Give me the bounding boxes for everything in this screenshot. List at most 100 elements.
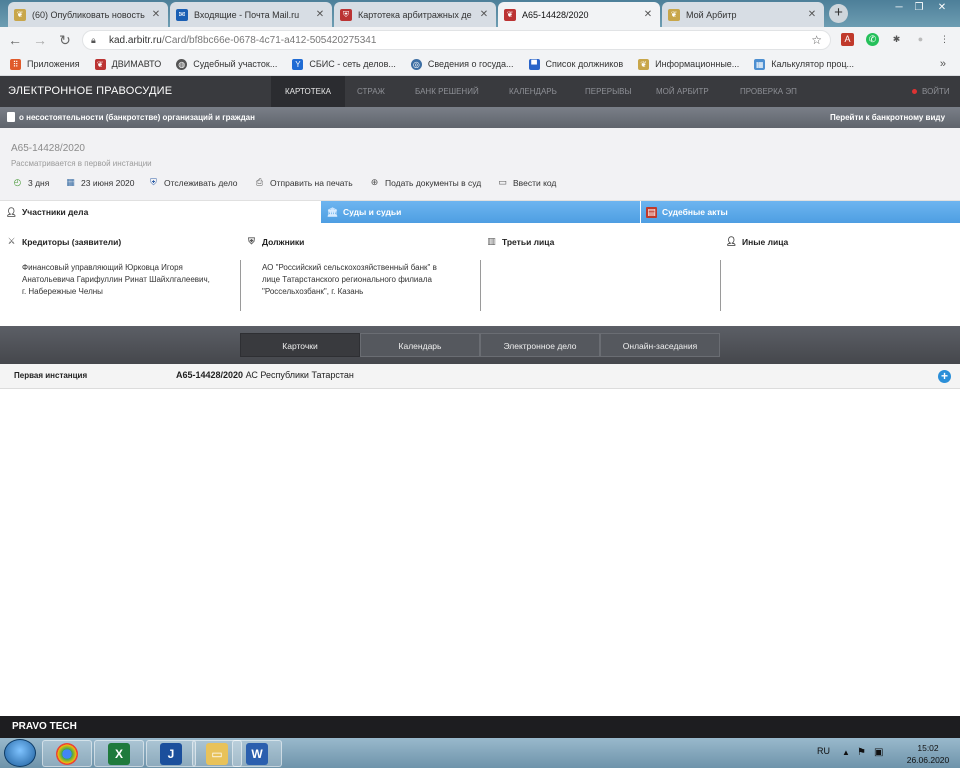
menu-icon[interactable]: ⋮ bbox=[938, 33, 951, 46]
reload-button[interactable]: ↻ bbox=[56, 31, 74, 49]
browser-tab[interactable]: ❦ (60) Опубликовать новость ✕ bbox=[8, 2, 168, 27]
entry-line: лице Татарстанского регионального филиал… bbox=[262, 275, 432, 284]
heading-label: Третьи лица bbox=[502, 236, 555, 247]
bankruptcy-view-link[interactable]: Перейти к банкротному виду bbox=[830, 113, 945, 122]
forward-button[interactable]: → bbox=[31, 31, 49, 49]
expand-plus-icon[interactable]: + bbox=[938, 370, 951, 383]
network-icon[interactable]: ▣ bbox=[874, 747, 883, 758]
column-divider bbox=[480, 260, 481, 311]
nav-item-breaks[interactable]: ПЕРЕРЫВЫ bbox=[585, 76, 632, 107]
start-button[interactable] bbox=[4, 739, 36, 767]
creditor-entry[interactable]: Финансовый управляющий Юрковца Игоря Ана… bbox=[22, 262, 236, 298]
tray-arrow-icon[interactable]: ▲ bbox=[842, 748, 850, 757]
clock[interactable]: 15:02 26.06.2020 bbox=[903, 742, 953, 766]
tab-title: А65-14428/2020 bbox=[522, 9, 589, 20]
globe-icon: ◍ bbox=[176, 58, 188, 70]
flag-icon[interactable]: ⚑ bbox=[857, 747, 866, 758]
enter-code-button[interactable]: ▭ Ввести код bbox=[497, 177, 556, 188]
new-tab-button[interactable]: + bbox=[829, 4, 848, 23]
taskbar-chrome[interactable] bbox=[42, 740, 92, 767]
tab-court-acts[interactable]: ▤ Судебные акты bbox=[641, 201, 960, 223]
taskbar-excel[interactable]: X bbox=[94, 740, 144, 767]
calc-icon: ▦ bbox=[754, 58, 766, 70]
document-icon bbox=[7, 112, 15, 122]
tab-cards[interactable]: Карточки bbox=[240, 333, 360, 357]
window-close-button[interactable]: ✕ bbox=[928, 0, 956, 18]
column-divider bbox=[720, 260, 721, 311]
bookmark-label: Список должников bbox=[545, 59, 624, 69]
back-button[interactable]: ← bbox=[6, 31, 24, 49]
case-date: ▦ 23 июня 2020 bbox=[65, 177, 134, 188]
browser-tab-active[interactable]: ❦ А65-14428/2020 ✕ bbox=[498, 2, 660, 27]
heading-label: Иные лица bbox=[742, 236, 789, 247]
clock-icon: ◴ bbox=[13, 177, 22, 187]
taskbar-app[interactable]: J bbox=[146, 740, 196, 767]
submit-documents-button[interactable]: ⊕ Подать документы в суд bbox=[369, 177, 481, 188]
address-bar[interactable]: 🔒︎ kad.arbitr.ru/Card/bf8bc66e-0678-4c71… bbox=[82, 30, 831, 50]
pdf-extension-icon[interactable]: A bbox=[841, 33, 854, 46]
nav-item-strazh[interactable]: СТРАЖ bbox=[357, 76, 385, 107]
tab-participants[interactable]: 👤︎ Участники дела bbox=[0, 201, 320, 223]
extensions-icon[interactable]: ✱ bbox=[890, 33, 903, 46]
sbis-icon: Y bbox=[292, 58, 304, 70]
nav-item-calendar[interactable]: КАЛЕНДАРЬ bbox=[509, 76, 557, 107]
whatsapp-icon[interactable]: ✆ bbox=[866, 33, 879, 46]
site-brand[interactable]: ЭЛЕКТРОННОЕ ПРАВОСУДИЕ bbox=[8, 85, 172, 97]
eagle-icon: ❦ bbox=[94, 58, 106, 70]
debtor-entry[interactable]: АО "Российский сельскохозяйственный банк… bbox=[262, 262, 476, 298]
eagle-icon: ❦ bbox=[504, 8, 516, 21]
bookmark-item[interactable]: ❦ ДВИМАВТО bbox=[94, 58, 162, 70]
profile-icon[interactable]: ● bbox=[914, 33, 927, 46]
browser-tab[interactable]: ✉ Входящие - Почта Mail.ru ✕ bbox=[170, 2, 332, 27]
keyboard-icon: ▭ bbox=[498, 177, 507, 187]
bookmark-star-icon[interactable]: ☆ bbox=[811, 33, 822, 47]
heading-label: Кредиторы (заявители) bbox=[22, 236, 122, 247]
nav-item-kartoteka[interactable]: КАРТОТЕКА bbox=[271, 76, 345, 107]
calendar-icon: ▦ bbox=[66, 177, 75, 187]
track-case-button[interactable]: ⛨ Отслеживать дело bbox=[148, 177, 237, 188]
eagle-icon: ❦ bbox=[638, 58, 650, 70]
tab-electronic-case[interactable]: Электронное дело bbox=[480, 333, 600, 357]
taskbar-word[interactable]: W bbox=[232, 740, 282, 767]
bookmarks-bar: ⠿ Приложения ❦ ДВИМАВТО ◍ Судебный участок.… bbox=[0, 53, 960, 76]
flag-icon: ▀ bbox=[528, 58, 540, 70]
creditors-heading: ⚔︎ Кредиторы (заявители) bbox=[6, 236, 121, 247]
login-button[interactable]: ВОЙТИ bbox=[912, 87, 950, 96]
nav-item-bank-resheniy[interactable]: БАНК РЕШЕНИЙ bbox=[415, 76, 479, 107]
bookmark-item[interactable]: ▦ Калькулятор проц... bbox=[754, 58, 855, 70]
bookmark-item[interactable]: ◍ Судебный участок... bbox=[176, 58, 277, 70]
bookmark-item[interactable]: ▀ Список должников bbox=[528, 58, 624, 70]
category-label: о несостоятельности (банкротстве) органи… bbox=[19, 113, 255, 122]
tab-online-hearings[interactable]: Онлайн-заседания bbox=[600, 333, 720, 357]
browser-tab[interactable]: ❦ Мой Арбитр ✕ bbox=[662, 2, 824, 27]
bookmark-label: Калькулятор проц... bbox=[771, 59, 855, 69]
print-button[interactable]: ⎙ Отправить на печать bbox=[254, 177, 353, 188]
bookmark-item[interactable]: ⠿ Приложения bbox=[10, 58, 80, 70]
close-icon[interactable]: ✕ bbox=[806, 9, 818, 20]
close-icon[interactable]: ✕ bbox=[314, 9, 326, 20]
bookmark-label: ДВИМАВТО bbox=[111, 59, 162, 69]
instance-row[interactable] bbox=[0, 364, 960, 389]
case-number: А65-14428/2020 bbox=[11, 143, 85, 154]
nav-item-signature-check[interactable]: ПРОВЕРКА ЭП bbox=[740, 76, 797, 107]
eagle-icon: ❦ bbox=[668, 8, 680, 21]
close-icon[interactable]: ✕ bbox=[150, 9, 162, 20]
site-footer: PRAVO TECH bbox=[0, 716, 960, 738]
instance-label: Первая инстанция bbox=[14, 371, 88, 380]
column-divider bbox=[240, 260, 241, 311]
language-indicator[interactable]: RU bbox=[817, 746, 830, 756]
nav-item-my-arbitr[interactable]: МОЙ АРБИТР bbox=[656, 76, 709, 107]
browser-tab[interactable]: ⛨ Картотека арбитражных де ✕ bbox=[334, 2, 496, 27]
bookmark-item[interactable]: Y СБИС - сеть делов... bbox=[292, 58, 396, 70]
close-icon[interactable]: ✕ bbox=[642, 9, 654, 20]
close-icon[interactable]: ✕ bbox=[478, 9, 490, 20]
action-label: Подать документы в суд bbox=[385, 177, 482, 188]
bookmark-item[interactable]: ◎ Сведения о госуда... bbox=[410, 58, 514, 70]
tab-calendar[interactable]: Календарь bbox=[360, 333, 480, 357]
third-parties-heading: ▥ Третьи лица bbox=[486, 236, 554, 247]
bookmark-item[interactable]: ❦ Информационные... bbox=[638, 58, 739, 70]
tab-label: Участники дела bbox=[22, 207, 89, 217]
tab-courts-judges[interactable]: 🏛︎ Суды и судьи bbox=[321, 201, 640, 223]
windows-taskbar bbox=[0, 738, 960, 768]
more-bookmarks-button[interactable]: » bbox=[940, 58, 946, 70]
